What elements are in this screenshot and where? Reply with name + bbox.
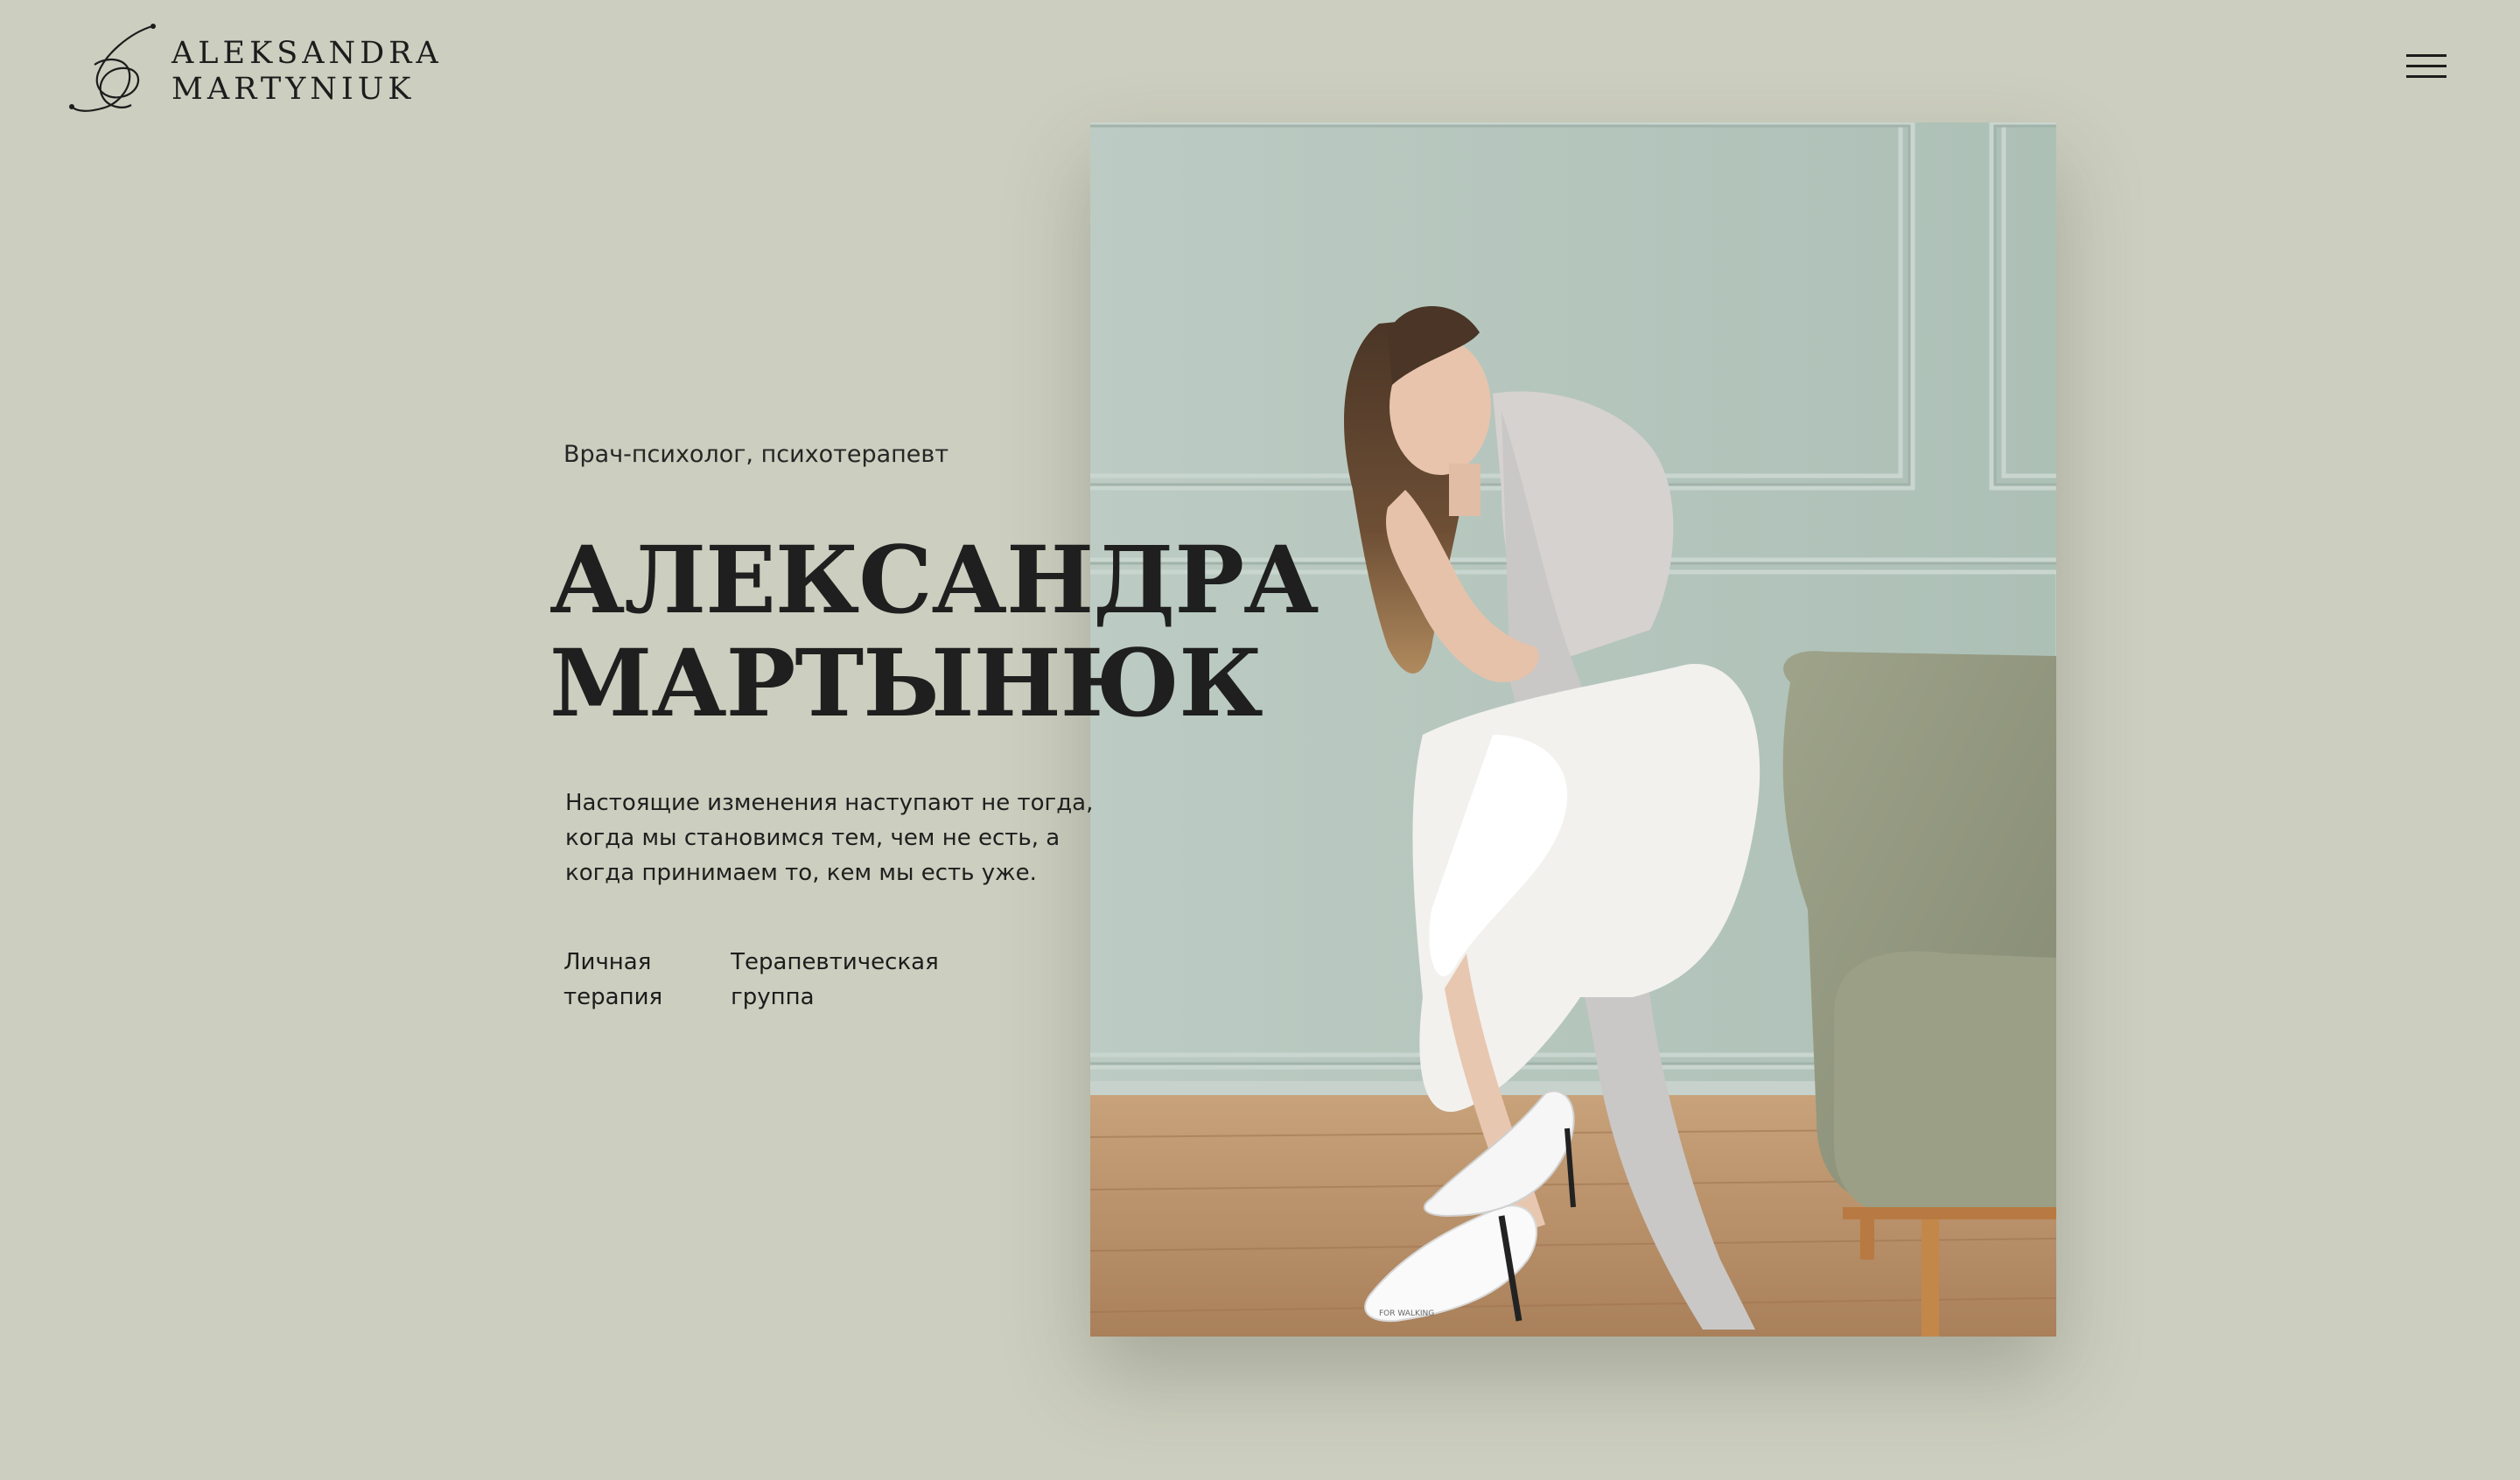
link-label-line1: Личная — [564, 949, 652, 975]
personal-therapy-link[interactable]: Личная терапия — [564, 945, 662, 1015]
signature-monogram-icon — [69, 24, 156, 112]
quote-line: Настоящие изменения наступают не тогда, — [565, 790, 1094, 816]
link-label-line2: группа — [731, 984, 815, 1010]
menu-button[interactable] — [2406, 51, 2448, 82]
link-label-line2: терапия — [564, 984, 663, 1010]
quote-line: когда принимаем то, кем мы есть уже. — [565, 860, 1037, 886]
brand-name-line1: ALEKSANDRA — [172, 36, 443, 71]
menu-icon-bar — [2406, 54, 2446, 57]
menu-icon-bar — [2406, 75, 2446, 78]
page-title: АЛЕКСАНДРА МАРТЫНЮК — [550, 525, 1319, 737]
therapy-group-link[interactable]: Терапевтическая группа — [731, 945, 939, 1015]
brand-name: ALEKSANDRA MARTYNIUK — [172, 36, 443, 108]
brand-logo[interactable]: ALEKSANDRA MARTYNIUK — [68, 21, 443, 117]
service-links: Личная терапия Терапевтическая группа — [564, 945, 1007, 1015]
brand-name-line2: MARTYNIUK — [172, 72, 416, 107]
link-label-line1: Терапевтическая — [731, 949, 939, 975]
quote-line: когда мы становимся тем, чем не есть, а — [565, 825, 1060, 851]
menu-icon-bar — [2406, 65, 2446, 67]
page-title-line1: АЛЕКСАНДРА — [550, 525, 1319, 634]
profession-subtitle: Врач-психолог, психотерапевт — [564, 441, 949, 468]
shoe-brand-label: FOR WALKING — [1379, 1309, 1434, 1318]
page-title-line2: МАРТЫНЮК — [550, 628, 1264, 737]
quote-text: Настоящие изменения наступают не тогда, … — [565, 785, 1094, 890]
